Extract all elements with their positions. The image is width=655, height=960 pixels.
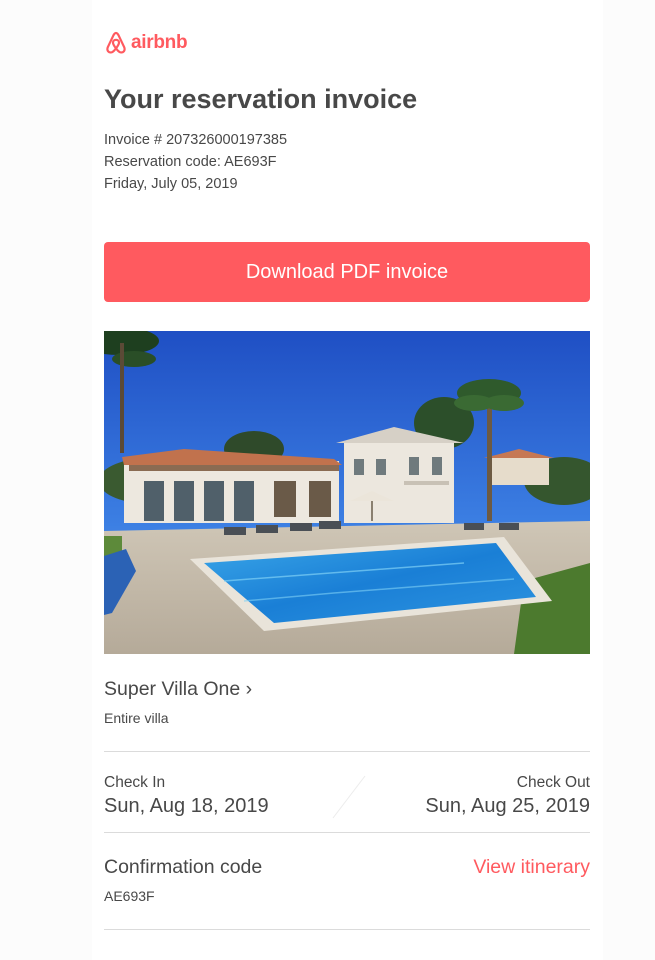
invoice-meta: Invoice # 207326000197385 Reservation co… (104, 129, 590, 195)
reservation-code: Reservation code: AE693F (104, 154, 277, 170)
listing-photo[interactable] (104, 331, 590, 654)
divider (104, 751, 590, 752)
stay-dates: Check In Sun, Aug 18, 2019 Check Out Sun… (104, 774, 590, 824)
check-out-date: Sun, Aug 25, 2019 (425, 795, 590, 817)
logo-wordmark: airbnb (131, 32, 188, 53)
divider (104, 832, 590, 833)
invoice-number: Invoice # 207326000197385 (104, 132, 288, 148)
listing-type: Entire villa (104, 710, 169, 726)
invoice-email-page: airbnb Your reservation invoice Invoice … (0, 0, 655, 960)
download-pdf-button[interactable]: Download PDF invoice (104, 242, 590, 302)
right-gutter (603, 0, 655, 960)
check-in: Check In Sun, Aug 18, 2019 (104, 774, 269, 818)
divider (104, 929, 590, 930)
confirmation-code: AE693F (104, 888, 155, 904)
view-itinerary-link[interactable]: View itinerary (473, 856, 590, 879)
invoice-date: Friday, July 05, 2019 (104, 176, 238, 192)
listing-name-link[interactable]: Super Villa One › (104, 678, 590, 701)
email-body: airbnb Your reservation invoice Invoice … (92, 0, 603, 960)
page-title: Your reservation invoice (104, 84, 418, 114)
airbnb-belo-icon (106, 31, 126, 54)
left-gutter (0, 0, 92, 960)
date-separator-icon (332, 775, 366, 819)
check-in-label: Check In (104, 774, 166, 791)
villa-photo (104, 331, 590, 654)
check-out-label: Check Out (516, 774, 590, 791)
check-in-date: Sun, Aug 18, 2019 (104, 795, 269, 817)
airbnb-logo[interactable]: airbnb (104, 28, 590, 58)
check-out: Check Out Sun, Aug 25, 2019 (425, 774, 590, 818)
